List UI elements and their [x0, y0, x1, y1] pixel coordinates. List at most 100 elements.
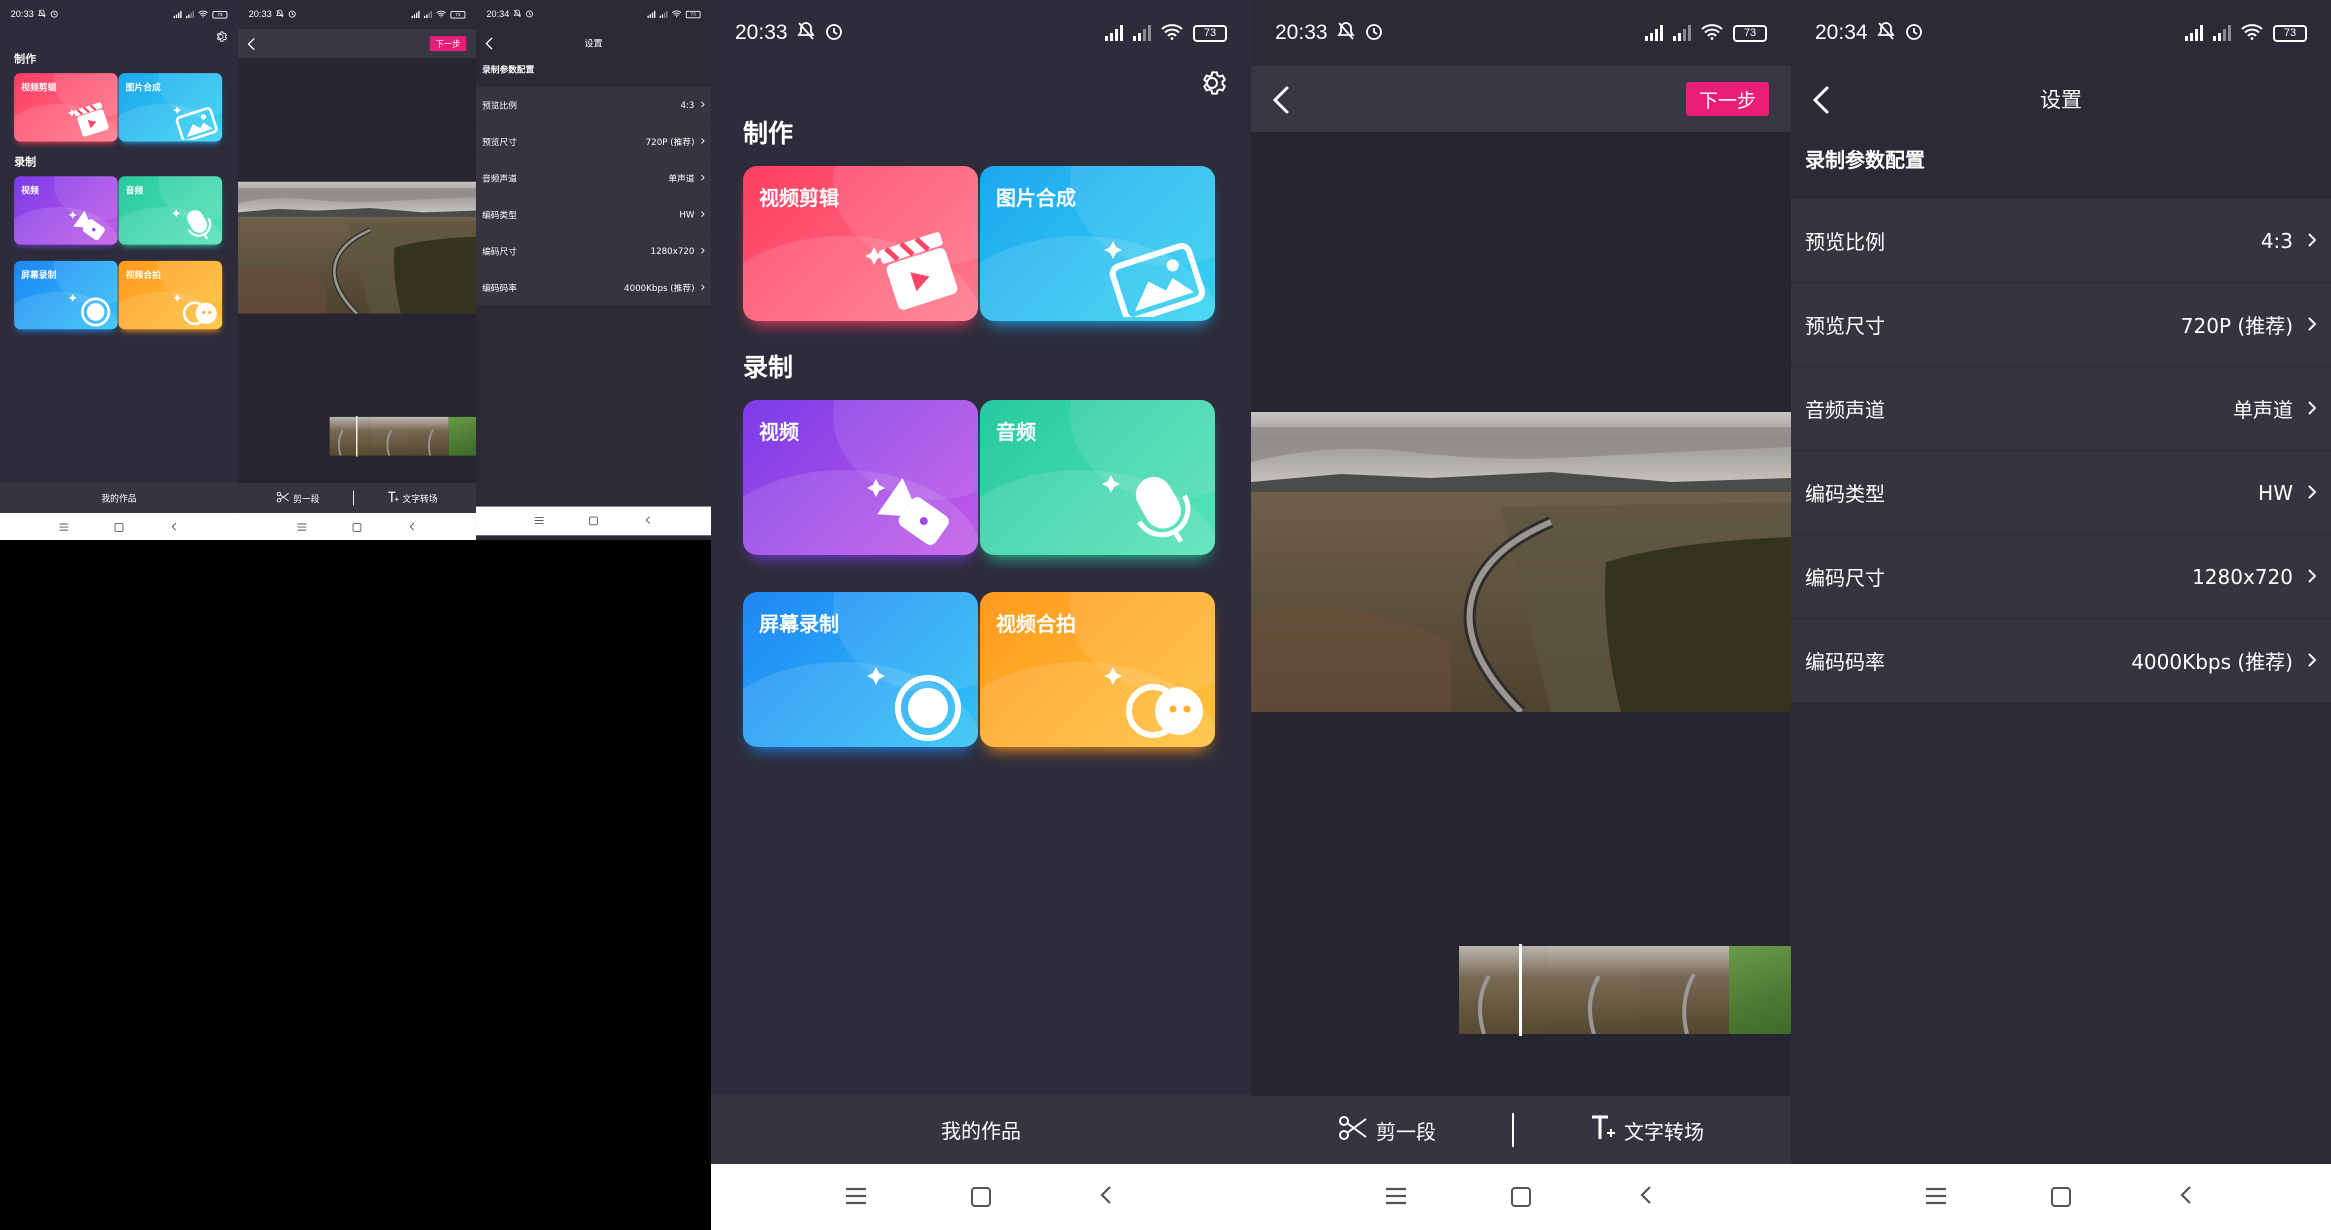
- status-time: 20:33: [735, 21, 788, 44]
- settings-row[interactable]: 预览尺寸 720P (推荐): [476, 123, 711, 160]
- back-nav-icon[interactable]: [1091, 1183, 1121, 1211]
- status-bar: 20:34 73: [1791, 0, 2331, 66]
- card-camera[interactable]: 视频: [14, 176, 118, 245]
- card-label: 音频: [996, 420, 1036, 444]
- status-time: 20:33: [248, 9, 272, 20]
- card-clapperboard[interactable]: 视频剪辑: [14, 73, 118, 142]
- menu-icon[interactable]: [1381, 1183, 1411, 1211]
- card-label: 屏幕录制: [759, 612, 839, 636]
- timeline-playhead[interactable]: [356, 416, 358, 457]
- back-nav-icon[interactable]: [405, 521, 418, 533]
- menu-icon[interactable]: [295, 521, 308, 533]
- editor-toolbar: 下一步: [238, 29, 476, 59]
- card-label: 视频剪辑: [21, 81, 57, 93]
- editor-toolbar: 下一步: [1251, 66, 1791, 132]
- cut-segment-label: 剪一段: [1376, 1119, 1436, 1144]
- settings-row[interactable]: 编码尺寸 1280x720: [476, 232, 711, 270]
- my-works-tab[interactable]: 我的作品: [711, 1094, 1251, 1164]
- status-time: 20:33: [10, 9, 34, 20]
- home-square-icon[interactable]: [352, 523, 362, 532]
- menu-icon[interactable]: [57, 521, 70, 533]
- next-step-button[interactable]: 下一步: [1685, 82, 1769, 116]
- card-duet[interactable]: 视频合拍: [980, 592, 1215, 747]
- cut-segment-button[interactable]: 剪一段: [276, 491, 320, 505]
- screen-editor-small: 20:33 73 下一步 剪一段 文字转场: [238, 0, 476, 540]
- back-nav-icon[interactable]: [2171, 1183, 2201, 1211]
- card-camera[interactable]: 视频: [743, 400, 978, 555]
- chevron-right-icon: [2307, 481, 2317, 505]
- battery-icon: 73: [1193, 24, 1227, 42]
- home-square-icon[interactable]: [114, 523, 124, 532]
- settings-row[interactable]: 编码尺寸 1280x720: [1791, 535, 2331, 619]
- next-step-button[interactable]: 下一步: [429, 36, 467, 52]
- timeline-strip[interactable]: [329, 416, 476, 457]
- settings-row-label: 编码尺寸: [482, 246, 517, 257]
- settings-gear-icon[interactable]: [213, 29, 228, 44]
- status-bar: 20:33 73: [238, 0, 476, 29]
- system-nav-bar: [476, 506, 711, 536]
- text-plus-icon: [387, 491, 399, 506]
- settings-row[interactable]: 音频声道 单声道: [476, 159, 711, 197]
- chevron-right-icon: [701, 99, 705, 109]
- settings-row[interactable]: 编码码率 4000Kbps (推荐): [1791, 619, 2331, 703]
- back-nav-icon[interactable]: [167, 521, 180, 533]
- cut-segment-button[interactable]: 剪一段: [1338, 1115, 1436, 1146]
- system-nav-bar: [1251, 1164, 1791, 1230]
- settings-row-value: 4:3: [2260, 228, 2293, 253]
- card-microphone[interactable]: 音频: [118, 176, 223, 245]
- alarm-icon: [288, 9, 297, 20]
- settings-row[interactable]: 预览比例 4:3: [476, 86, 711, 124]
- settings-row[interactable]: 编码类型 HW: [476, 196, 711, 233]
- status-time: 20:34: [1815, 21, 1868, 44]
- back-nav-icon[interactable]: [641, 515, 654, 527]
- card-clapperboard[interactable]: 视频剪辑: [743, 166, 978, 321]
- battery-icon: 73: [1733, 24, 1767, 42]
- wifi-icon: [1701, 21, 1723, 45]
- back-arrow-icon[interactable]: [1269, 82, 1297, 118]
- card-record[interactable]: 屏幕录制: [743, 592, 978, 747]
- screen-settings-small: 20:34 73 设置 录制参数配置 预览比例 4:3 预览尺寸 720P (推荐) 音频声…: [476, 0, 711, 540]
- my-works-tab[interactable]: 我的作品: [0, 482, 238, 513]
- scissors-icon: [1338, 1115, 1368, 1146]
- timeline-strip[interactable]: [1459, 944, 1791, 1036]
- menu-icon[interactable]: [533, 515, 546, 527]
- settings-row[interactable]: 预览尺寸 720P (推荐): [1791, 283, 2331, 367]
- settings-row-label: 预览尺寸: [1805, 314, 1885, 338]
- card-label: 图片合成: [125, 81, 161, 93]
- timeline-playhead[interactable]: [1519, 944, 1522, 1036]
- settings-row[interactable]: 编码码率 4000Kbps (推荐): [476, 269, 711, 306]
- status-time: 20:33: [1275, 21, 1328, 44]
- home-square-icon[interactable]: [2051, 1187, 2071, 1207]
- home-square-icon[interactable]: [1511, 1187, 1531, 1207]
- card-picture[interactable]: 图片合成: [118, 73, 223, 142]
- back-nav-icon[interactable]: [1631, 1183, 1661, 1211]
- card-duet[interactable]: 视频合拍: [118, 260, 223, 330]
- signal-icon-secondary: [2213, 25, 2231, 41]
- alarm-icon: [824, 21, 844, 46]
- text-transition-button[interactable]: 文字转场: [1590, 1114, 1704, 1147]
- video-preview: [238, 181, 476, 314]
- settings-row[interactable]: 预览比例 4:3: [1791, 199, 2331, 283]
- card-microphone[interactable]: 音频: [980, 400, 1215, 555]
- settings-row-label: 编码类型: [482, 209, 517, 221]
- timeline-frame: [1549, 946, 1639, 1034]
- text-plus-icon: [1590, 1114, 1616, 1147]
- chevron-right-icon: [2307, 229, 2317, 253]
- menu-icon[interactable]: [1921, 1183, 1951, 1211]
- settings-row[interactable]: 编码类型 HW: [1791, 451, 2331, 535]
- signal-icon: [1105, 25, 1123, 41]
- menu-icon[interactable]: [841, 1183, 871, 1211]
- wifi-icon: [436, 9, 446, 20]
- back-arrow-icon[interactable]: [246, 36, 258, 52]
- settings-row-value: HW: [679, 209, 695, 220]
- text-transition-button[interactable]: 文字转场: [387, 491, 438, 506]
- timeline-frame: [1639, 946, 1729, 1034]
- home-square-icon[interactable]: [971, 1187, 991, 1207]
- settings-gear-icon[interactable]: [1195, 66, 1229, 100]
- chevron-right-icon: [2307, 649, 2317, 673]
- settings-row-value: 720P (推荐): [645, 136, 695, 148]
- home-square-icon[interactable]: [589, 516, 598, 526]
- settings-row[interactable]: 音频声道 单声道: [1791, 367, 2331, 451]
- card-record[interactable]: 屏幕录制: [14, 260, 118, 330]
- card-picture[interactable]: 图片合成: [980, 166, 1215, 321]
